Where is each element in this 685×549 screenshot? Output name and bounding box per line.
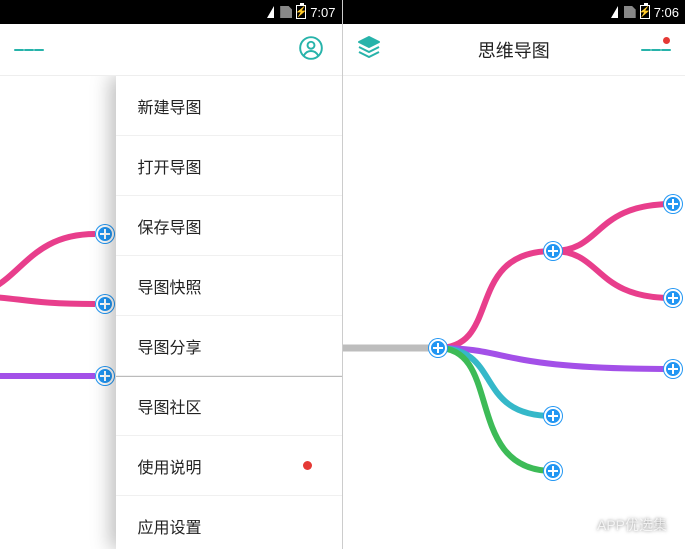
- add-node-icon[interactable]: [544, 407, 562, 425]
- page-title: 思维导图: [343, 37, 685, 63]
- add-node-icon[interactable]: [96, 225, 114, 243]
- add-node-icon[interactable]: [544, 242, 562, 260]
- battery-icon: ⚡: [640, 5, 650, 19]
- menu-item-settings[interactable]: 应用设置: [116, 496, 342, 549]
- menu-icon[interactable]: [641, 35, 671, 65]
- root-node-icon[interactable]: [429, 339, 447, 357]
- menu-item-snapshot[interactable]: 导图快照: [116, 256, 342, 316]
- menu-label: 保存导图: [138, 214, 202, 238]
- notification-dot-icon: [663, 37, 670, 44]
- profile-icon[interactable]: [298, 35, 328, 65]
- status-time: 7:06: [654, 5, 679, 20]
- sim-icon: [624, 6, 636, 18]
- app-bar: 思维导图: [343, 24, 685, 76]
- add-node-icon[interactable]: [664, 195, 682, 213]
- mindmap-branches: [343, 76, 685, 549]
- status-time: 7:07: [310, 5, 335, 20]
- add-node-icon[interactable]: [544, 462, 562, 480]
- menu-label: 导图社区: [138, 394, 202, 418]
- phone-right: ⚡ 7:06 思维导图: [343, 0, 685, 549]
- side-menu: 新建导图 打开导图 保存导图 导图快照 导图分享 导图社区 使用说明 应用设置: [116, 76, 342, 549]
- watermark: APP优选集: [571, 515, 667, 535]
- menu-item-community[interactable]: 导图社区: [116, 376, 342, 436]
- status-bar: ⚡ 7:07: [0, 0, 342, 24]
- menu-icon[interactable]: [14, 35, 44, 65]
- menu-item-new[interactable]: 新建导图: [116, 76, 342, 136]
- mindmap-canvas-right[interactable]: [343, 76, 685, 549]
- add-node-icon[interactable]: [96, 295, 114, 313]
- menu-label: 导图分享: [138, 334, 202, 358]
- menu-item-save[interactable]: 保存导图: [116, 196, 342, 256]
- menu-item-share[interactable]: 导图分享: [116, 316, 342, 376]
- menu-label: 导图快照: [138, 274, 202, 298]
- phone-left: ⚡ 7:07 新建导图 打开导图 保存导图 导图快照 导图分享 导图: [0, 0, 343, 549]
- app-bar: [0, 24, 342, 76]
- add-node-icon[interactable]: [96, 367, 114, 385]
- menu-label: 使用说明: [138, 454, 202, 478]
- layers-icon[interactable]: [357, 35, 387, 65]
- signal-icon: [611, 6, 618, 18]
- menu-item-help[interactable]: 使用说明: [116, 436, 342, 496]
- add-node-icon[interactable]: [664, 289, 682, 307]
- battery-icon: ⚡: [296, 5, 306, 19]
- menu-item-open[interactable]: 打开导图: [116, 136, 342, 196]
- menu-label: 打开导图: [138, 154, 202, 178]
- sim-icon: [280, 6, 292, 18]
- notification-dot-icon: [303, 461, 312, 470]
- status-bar: ⚡ 7:06: [343, 0, 685, 24]
- watermark-text: APP优选集: [597, 515, 667, 535]
- menu-label: 应用设置: [138, 514, 202, 538]
- wechat-icon: [571, 517, 591, 533]
- add-node-icon[interactable]: [664, 360, 682, 378]
- menu-label: 新建导图: [138, 94, 202, 118]
- signal-icon: [267, 6, 274, 18]
